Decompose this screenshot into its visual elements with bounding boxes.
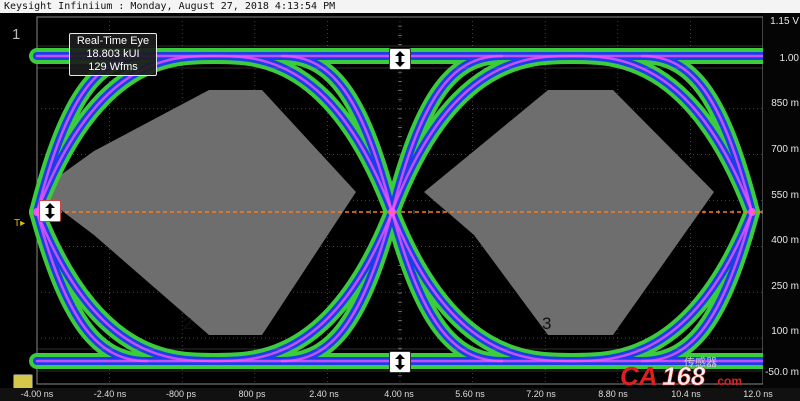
ground-reference-icon[interactable]: [13, 374, 33, 388]
top-marker-handle[interactable]: [389, 48, 411, 70]
title-text: Keysight Infiniium : Monday, August 27, …: [4, 1, 336, 12]
trigger-arrow-icon: ▸: [20, 218, 26, 229]
y-tick-label: 850 m: [771, 98, 799, 109]
x-tick-label: 4.00 ns: [384, 389, 414, 399]
updown-arrow-icon: [395, 354, 405, 370]
y-tick-label: 250 m: [771, 281, 799, 292]
x-tick-label: -800 ps: [165, 389, 197, 399]
unit-interval-count: 18.803 kUI: [86, 48, 140, 60]
eye-info-box: Real-Time Eye 18.803 kUI 129 Wfms: [69, 33, 157, 76]
svg-text:CA: CA: [620, 361, 658, 391]
bottom-marker-handle[interactable]: [389, 351, 411, 373]
svg-text:.com: .com: [714, 374, 742, 388]
mask-label-2: 2: [183, 314, 193, 333]
x-tick-label: -2.40 ns: [93, 389, 127, 399]
y-tick-label: 1.15 V: [770, 16, 799, 27]
x-tick-label: 800 ps: [238, 389, 266, 399]
y-tick-label: 700 m: [771, 144, 799, 155]
channel-label: 1: [12, 26, 21, 43]
x-tick-label: -4.00 ns: [20, 389, 54, 399]
svg-text:传感器: 传感器: [684, 356, 717, 369]
y-tick-label: 400 m: [771, 235, 799, 246]
x-tick-label: 2.40 ns: [309, 389, 339, 399]
y-tick-label: 1.00: [779, 53, 799, 64]
updown-arrow-icon: [395, 51, 405, 67]
watermark: CA 168 .com 传感器: [614, 352, 764, 392]
watermark-logo: CA 168 .com 传感器: [620, 356, 742, 391]
eye-mode-label: Real-Time Eye: [76, 35, 150, 47]
x-tick-label: 5.60 ns: [455, 389, 485, 399]
left-marker-handle[interactable]: [39, 200, 61, 222]
y-tick-label: -50.0 m: [765, 367, 799, 378]
updown-arrow-icon: [45, 203, 55, 219]
mask-label-3: 3: [542, 314, 552, 333]
y-tick-label: 550 m: [771, 190, 799, 201]
x-tick-label: 7.20 ns: [526, 389, 556, 399]
trigger-level-marker[interactable]: T▸: [14, 218, 25, 229]
y-axis-panel: 1.15 V 1.00 850 m 700 m 550 m 400 m 250 …: [763, 13, 800, 388]
waveform-count: 129 Wfms: [88, 61, 138, 73]
y-tick-label: 100 m: [771, 326, 799, 337]
title-bar: Keysight Infiniium : Monday, August 27, …: [0, 0, 800, 13]
